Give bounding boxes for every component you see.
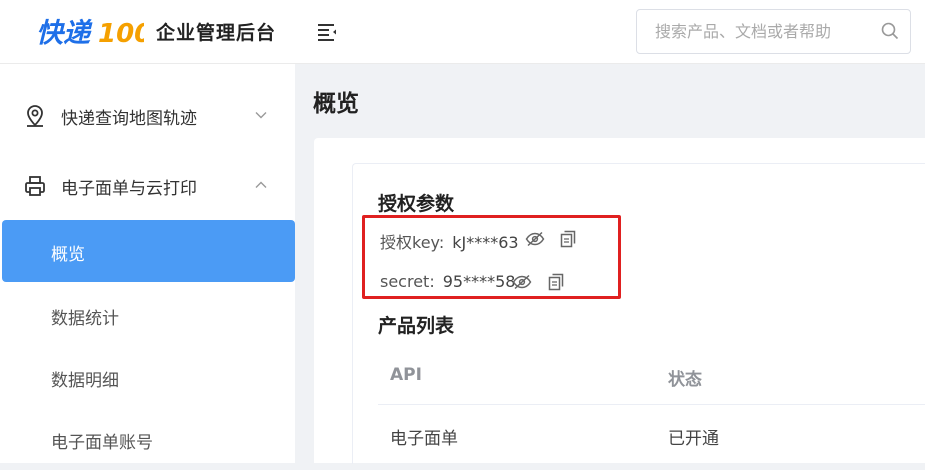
chevron-down-icon <box>255 112 267 119</box>
search-box[interactable] <box>636 9 911 54</box>
product-section-title: 产品列表 <box>378 315 455 337</box>
top-header: 快递 100 企业管理后台 <box>0 0 925 64</box>
chevron-up-icon <box>255 181 267 188</box>
sidebar-item-details[interactable]: 数据明细 <box>2 346 295 408</box>
kuaidi100-logo[interactable]: 快递 100 <box>36 13 144 49</box>
table-header-api: API <box>390 365 422 385</box>
sidebar-group-label: 快递查询地图轨迹 <box>61 109 197 129</box>
sidebar-item-label: 数据明细 <box>51 371 119 391</box>
map-pin-icon <box>27 105 43 127</box>
sidebar-group-eorder-print[interactable]: 电子面单与云打印 <box>0 152 295 220</box>
table-cell-api: 电子面单 <box>390 429 458 449</box>
sidebar-item-overview[interactable]: 概览 <box>2 220 295 282</box>
highlight-box <box>362 215 621 299</box>
sidebar-item-label: 电子面单账号 <box>51 433 153 453</box>
auth-section-title: 授权参数 <box>378 193 455 215</box>
sidebar-item-statistics[interactable]: 数据统计 <box>2 284 295 346</box>
page-title: 概览 <box>313 91 359 117</box>
search-input[interactable] <box>637 10 867 53</box>
sidebar-group-tracking[interactable]: 快递查询地图轨迹 <box>0 82 295 150</box>
table-divider <box>378 404 925 405</box>
table-header-status: 状态 <box>668 370 702 390</box>
sidebar-item-eorder-account[interactable]: 电子面单账号 <box>2 408 295 470</box>
app-title: 企业管理后台 <box>156 22 277 44</box>
table-cell-status: 已开通 <box>668 429 719 449</box>
sidebar-item-label: 数据统计 <box>51 309 119 329</box>
sidebar-group-label: 电子面单与云打印 <box>61 179 197 199</box>
printer-icon <box>25 176 45 196</box>
sidebar: 快递查询地图轨迹 电子面单与云打印 概览 数据统计 数据明细 电子面单账号 <box>0 64 295 463</box>
svg-text:100: 100 <box>98 19 144 49</box>
sidebar-item-label: 概览 <box>51 245 85 265</box>
svg-text:快递: 快递 <box>36 18 93 49</box>
search-icon[interactable] <box>880 21 900 41</box>
menu-fold-icon[interactable] <box>315 20 339 44</box>
